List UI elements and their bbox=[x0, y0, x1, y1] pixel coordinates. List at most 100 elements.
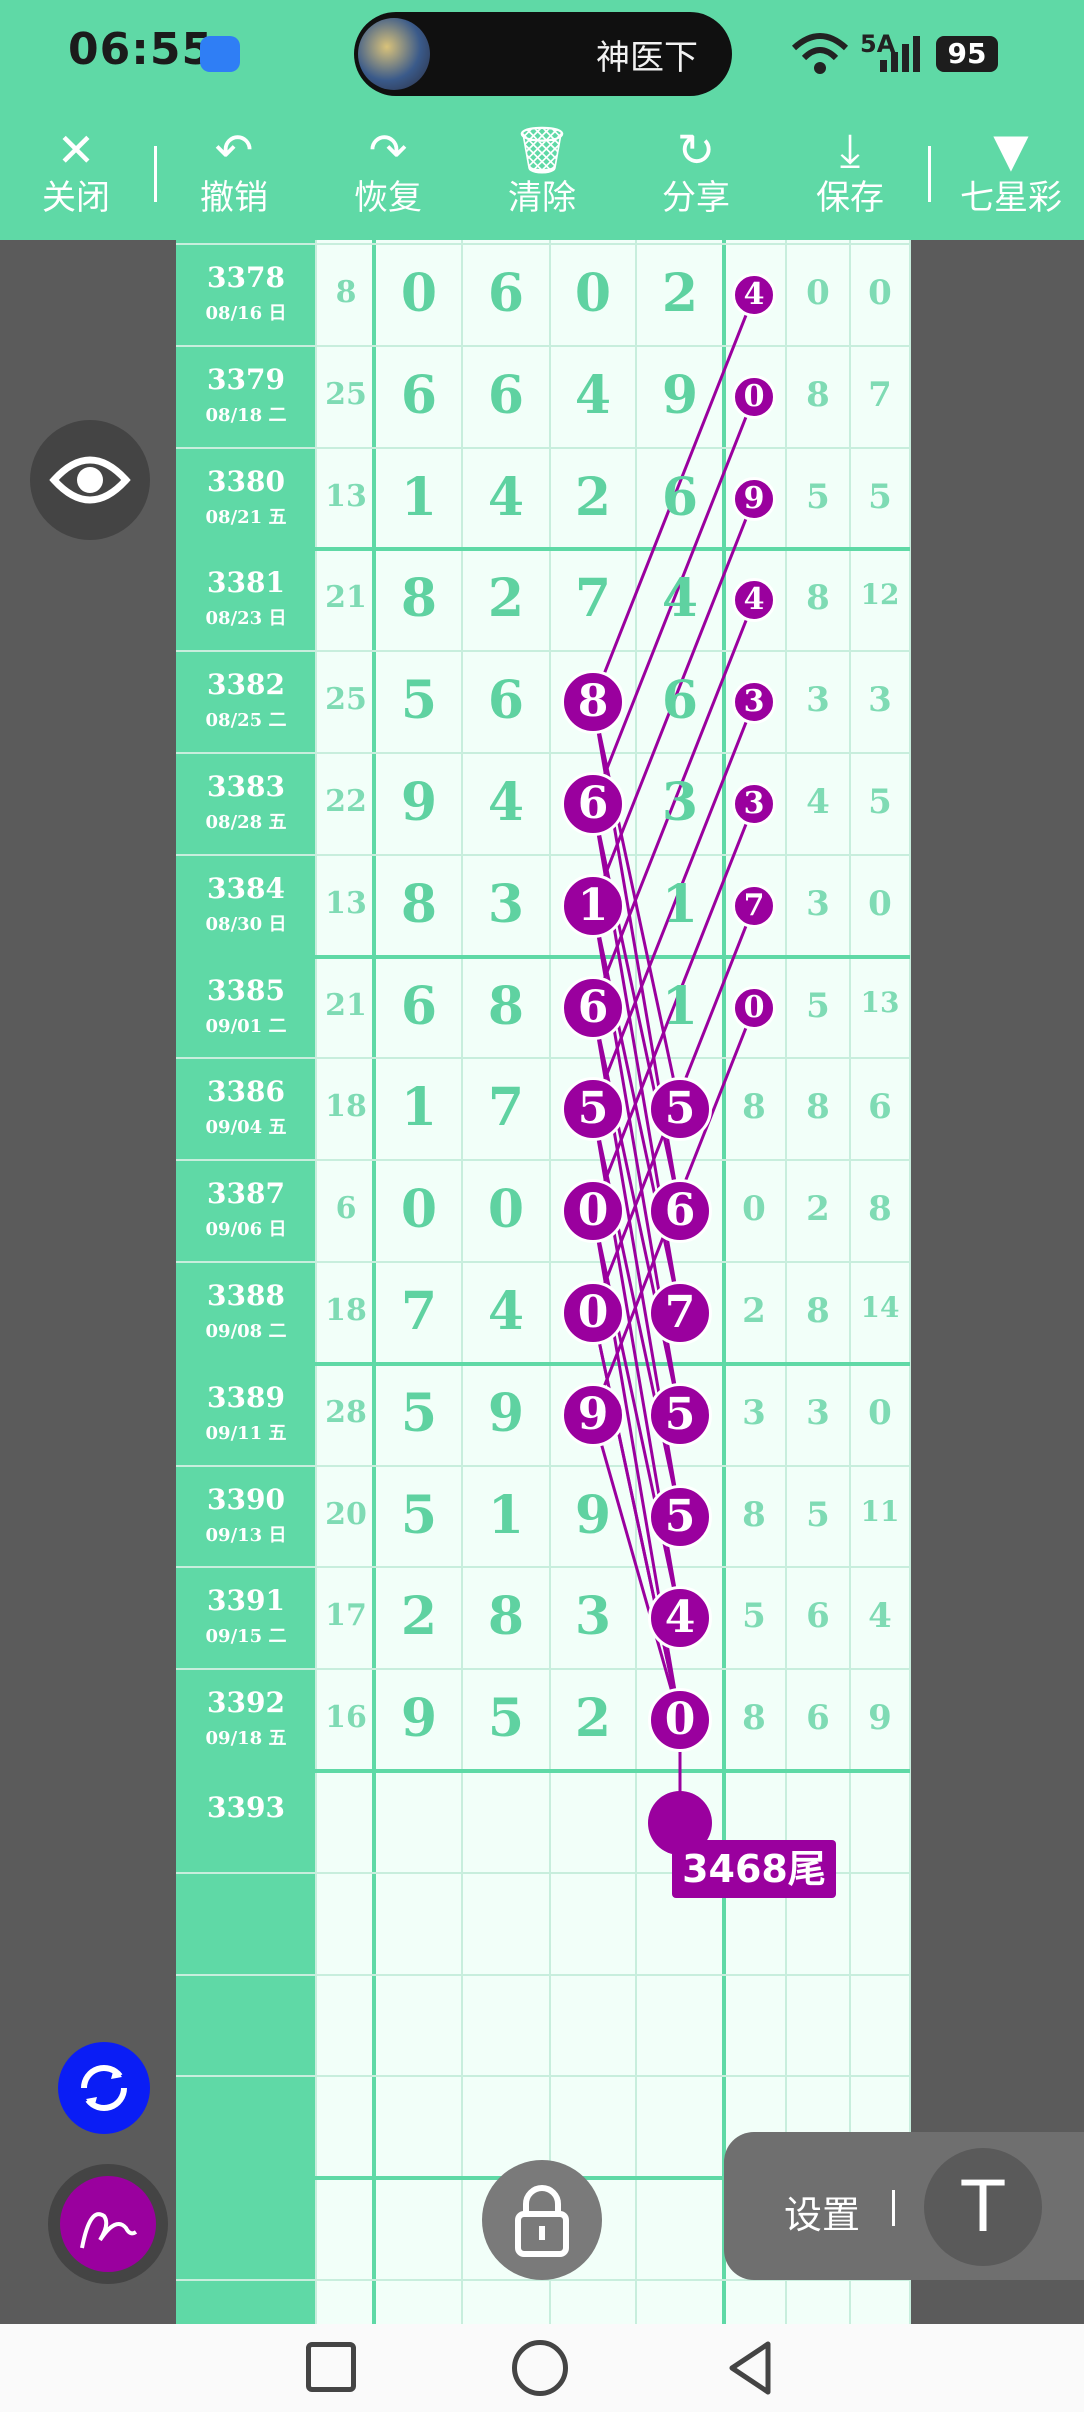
tail-bubble: 4 bbox=[732, 272, 776, 317]
issue-date: 09/06 日 bbox=[205, 1219, 287, 1241]
extra-cell: 8 bbox=[806, 578, 830, 619]
extra-cell: 0 bbox=[868, 883, 892, 924]
issue-date: 09/11 五 bbox=[205, 1422, 287, 1444]
tail-bubble: 7 bbox=[732, 883, 776, 928]
sum-value: 16 bbox=[325, 1700, 367, 1736]
digit-bubble: 0 bbox=[561, 1179, 625, 1244]
extra-cell: 3 bbox=[806, 883, 830, 924]
extra-cell: 0 bbox=[868, 1392, 892, 1433]
tail-cell: 2 bbox=[742, 1290, 766, 1331]
digit-bubble: 1 bbox=[561, 873, 625, 938]
issue-number: 3382 bbox=[207, 668, 285, 702]
digit-bubble: 6 bbox=[561, 975, 625, 1040]
tail-cell: 8 bbox=[742, 1087, 766, 1128]
extra-cell: 0 bbox=[806, 272, 830, 313]
sum-value: 18 bbox=[325, 1292, 367, 1328]
extra-cell: 4 bbox=[806, 781, 830, 822]
issue-number: 3393 bbox=[207, 1791, 285, 1824]
extra-cell: 6 bbox=[806, 1698, 830, 1739]
digit-cell: 4 bbox=[487, 771, 525, 833]
extra-cell: 11 bbox=[860, 1494, 900, 1528]
digit-cell: 7 bbox=[487, 1077, 525, 1139]
extra-cell: 5 bbox=[868, 476, 892, 517]
digit-bubble: 8 bbox=[561, 670, 625, 735]
sum-value: 22 bbox=[325, 783, 367, 819]
extra-cell: 5 bbox=[806, 476, 830, 517]
lock-button[interactable] bbox=[482, 2160, 602, 2280]
issue-date: 08/18 二 bbox=[205, 404, 287, 426]
tail-cell: 8 bbox=[742, 1494, 766, 1535]
issue-number: 3385 bbox=[207, 973, 285, 1007]
sum-value: 17 bbox=[325, 1598, 367, 1634]
digit-cell: 2 bbox=[400, 1586, 438, 1648]
digit-cell: 8 bbox=[400, 568, 438, 630]
extra-cell: 8 bbox=[806, 1087, 830, 1128]
digit-bubble: 0 bbox=[648, 1688, 712, 1753]
issue-number: 3388 bbox=[207, 1278, 285, 1312]
refresh-button[interactable] bbox=[58, 2042, 150, 2134]
extra-cell: 5 bbox=[868, 781, 892, 822]
visibility-toggle-button[interactable] bbox=[30, 420, 150, 540]
digit-cell: 4 bbox=[487, 1280, 525, 1342]
digit-cell: 3 bbox=[487, 873, 525, 935]
home-icon[interactable] bbox=[512, 2340, 568, 2396]
sum-value: 13 bbox=[325, 478, 367, 514]
digit-cell: 1 bbox=[400, 1077, 438, 1139]
digit-cell: 7 bbox=[400, 1280, 438, 1342]
tail-cell: 0 bbox=[742, 1189, 766, 1230]
tail-bubble: 4 bbox=[732, 578, 776, 623]
issue-date: 09/01 二 bbox=[205, 1015, 287, 1037]
extra-cell: 5 bbox=[806, 985, 830, 1026]
issue-date: 08/30 日 bbox=[205, 913, 287, 935]
digit-cell: 4 bbox=[487, 466, 525, 528]
digit-cell: 2 bbox=[487, 568, 525, 630]
digit-bubble: 5 bbox=[648, 1382, 712, 1447]
issue-number: 3390 bbox=[207, 1482, 285, 1516]
extra-cell: 13 bbox=[860, 985, 900, 1019]
digit-cell: 1 bbox=[661, 975, 699, 1037]
refresh-icon bbox=[81, 2065, 127, 2111]
extra-cell: 2 bbox=[806, 1189, 830, 1230]
tail-bubble: 0 bbox=[732, 985, 776, 1030]
back-icon[interactable] bbox=[724, 2340, 776, 2400]
issue-number: 3378 bbox=[207, 260, 285, 294]
tail-bubble: 3 bbox=[732, 680, 776, 725]
sum-value: 8 bbox=[335, 274, 357, 310]
issue-number: 3379 bbox=[207, 362, 285, 396]
extra-cell: 14 bbox=[860, 1290, 900, 1324]
digit-cell: 1 bbox=[400, 466, 438, 528]
digit-bubble: 6 bbox=[648, 1179, 712, 1244]
sum-value: 21 bbox=[325, 987, 367, 1023]
issue-number: 3380 bbox=[207, 464, 285, 498]
recent-apps-icon[interactable] bbox=[306, 2342, 356, 2392]
digit-bubble: 5 bbox=[648, 1484, 712, 1549]
tail-bubble: 9 bbox=[732, 476, 776, 521]
prediction-label: 3468尾 bbox=[672, 1840, 836, 1898]
digit-cell: 3 bbox=[661, 771, 699, 833]
digit-cell: 6 bbox=[400, 975, 438, 1037]
digit-cell: 2 bbox=[574, 1688, 612, 1750]
sum-value: 25 bbox=[325, 376, 367, 412]
issue-number: 3386 bbox=[207, 1075, 285, 1109]
tail-bubble: 3 bbox=[732, 781, 776, 826]
issue-date: 09/08 二 bbox=[205, 1320, 287, 1342]
digit-cell: 3 bbox=[574, 1586, 612, 1648]
issue-number: 3387 bbox=[207, 1177, 285, 1211]
digit-cell: 9 bbox=[661, 364, 699, 426]
issue-date: 08/16 日 bbox=[205, 302, 287, 324]
sum-value: 6 bbox=[335, 1191, 357, 1227]
extra-cell: 8 bbox=[806, 374, 830, 415]
tail-cell: 5 bbox=[742, 1596, 766, 1637]
digit-bubble: 4 bbox=[648, 1586, 712, 1651]
extra-cell: 6 bbox=[868, 1087, 892, 1128]
issue-date: 09/18 五 bbox=[205, 1728, 287, 1750]
text-tool-button[interactable]: T bbox=[924, 2148, 1042, 2266]
settings-button[interactable]: 设置 bbox=[784, 2184, 860, 2239]
digit-cell: 7 bbox=[574, 568, 612, 630]
digit-bubble: 0 bbox=[561, 1280, 625, 1345]
extra-cell: 4 bbox=[868, 1596, 892, 1637]
digit-bubble: 6 bbox=[561, 771, 625, 836]
issue-number: 3383 bbox=[207, 769, 285, 803]
digit-bubble: 9 bbox=[561, 1382, 625, 1447]
digit-bubble: 5 bbox=[648, 1077, 712, 1142]
